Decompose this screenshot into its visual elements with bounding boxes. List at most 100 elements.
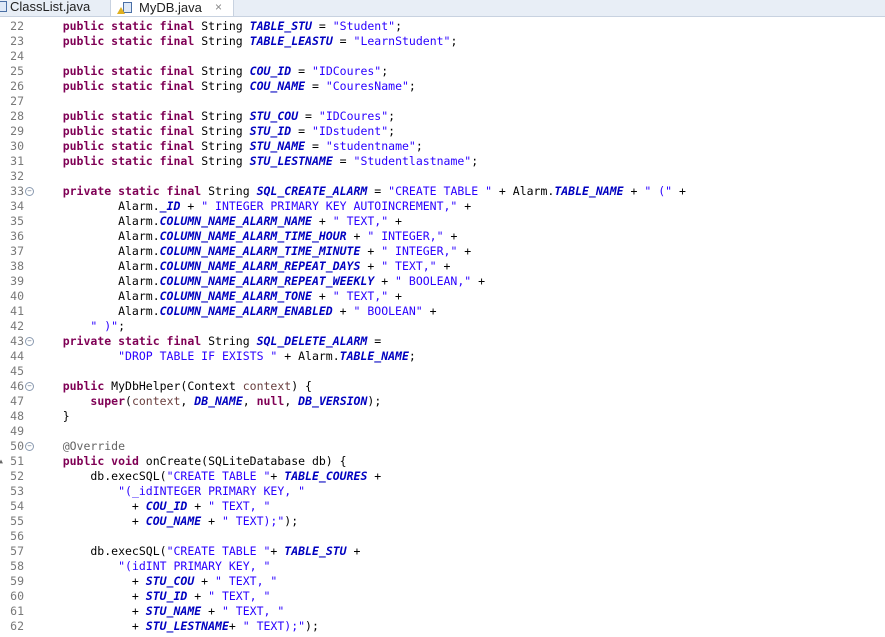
code-token: String: [201, 109, 250, 123]
code-token: public static final: [62, 64, 202, 78]
code-token: " TEXT, ": [208, 499, 271, 513]
code-token: =: [291, 124, 312, 138]
code-line[interactable]: 28 public static final String STU_COU = …: [0, 109, 885, 124]
code-token: public static final: [62, 139, 202, 153]
code-line[interactable]: 46− public MyDbHelper(Context context) {: [0, 379, 885, 394]
code-token: " BOOLEAN": [353, 304, 423, 318]
code-line[interactable]: 44 "DROP TABLE IF EXISTS " + Alarm.TABLE…: [0, 349, 885, 364]
code-line[interactable]: 43− private static final String SQL_DELE…: [0, 334, 885, 349]
code-token: public: [62, 379, 112, 393]
code-line[interactable]: 22 public static final String TABLE_STU …: [0, 19, 885, 34]
tab-classlist-java[interactable]: ClassList.java: [0, 0, 110, 16]
code-token: +: [187, 589, 209, 603]
code-line[interactable]: 40 Alarm.COLUMN_NAME_ALARM_TONE + " TEXT…: [0, 289, 885, 304]
code-line[interactable]: 23 public static final String TABLE_LEAS…: [0, 34, 885, 49]
fold-toggle-icon[interactable]: −: [25, 187, 34, 196]
code-editor[interactable]: 22 public static final String TABLE_STU …: [0, 19, 885, 634]
code-token: " TEXT,": [332, 289, 389, 303]
code-line[interactable]: 54 + COU_ID + " TEXT, ": [0, 499, 885, 514]
code-line[interactable]: 32: [0, 169, 885, 184]
code-text: " )";: [35, 319, 125, 334]
code-token: "(_idINTEGER PRIMARY KEY, ": [118, 484, 306, 498]
code-line[interactable]: 45: [0, 364, 885, 379]
code-token: " TEXT,": [332, 214, 389, 228]
code-token: (: [125, 394, 132, 408]
code-line[interactable]: 55 + COU_NAME + " TEXT);");: [0, 514, 885, 529]
code-line[interactable]: 34 Alarm._ID + " INTEGER PRIMARY KEY AUT…: [0, 199, 885, 214]
close-tab-icon[interactable]: ×: [215, 0, 222, 16]
code-token: Alarm.: [35, 274, 160, 288]
code-token: COLUMN_NAME_ALARM_NAME: [159, 214, 312, 228]
code-token: );: [284, 514, 299, 528]
code-line[interactable]: 38 Alarm.COLUMN_NAME_ALARM_REPEAT_DAYS +…: [0, 259, 885, 274]
code-text: public void onCreate(SQLiteDatabase db) …: [35, 454, 347, 469]
code-line[interactable]: 25 public static final String COU_ID = "…: [0, 64, 885, 79]
code-token: TABLE_NAME: [339, 349, 409, 363]
code-line[interactable]: 36 Alarm.COLUMN_NAME_ALARM_TIME_HOUR + "…: [0, 229, 885, 244]
code-token: @Override: [62, 439, 126, 453]
code-text: Alarm.COLUMN_NAME_ALARM_NAME + " TEXT," …: [35, 214, 402, 229]
code-line[interactable]: 27: [0, 94, 885, 109]
code-line[interactable]: 53 "(_idINTEGER PRIMARY KEY, ": [0, 484, 885, 499]
code-token: ;: [450, 34, 458, 48]
code-line[interactable]: 42 " )";: [0, 319, 885, 334]
fold-toggle-icon[interactable]: −: [25, 442, 34, 451]
code-line[interactable]: 41 Alarm.COLUMN_NAME_ALARM_ENABLED + " B…: [0, 304, 885, 319]
code-text: Alarm.COLUMN_NAME_ALARM_TIME_HOUR + " IN…: [35, 229, 457, 244]
code-token: " INTEGER,": [367, 229, 444, 243]
code-token: super: [90, 394, 126, 408]
code-token: ;: [408, 349, 416, 363]
code-token: STU_LESTNAME: [249, 154, 333, 168]
code-line[interactable]: 58 "(idINT PRIMARY KEY, ": [0, 559, 885, 574]
fold-toggle-icon[interactable]: −: [25, 382, 34, 391]
line-number: 36: [10, 229, 24, 243]
fold-toggle-icon[interactable]: −: [25, 337, 34, 346]
code-line[interactable]: 49: [0, 424, 885, 439]
code-line[interactable]: 29 public static final String STU_ID = "…: [0, 124, 885, 139]
code-line[interactable]: 62 + STU_LESTNAME+ " TEXT);");: [0, 619, 885, 634]
code-line[interactable]: 48 }: [0, 409, 885, 424]
code-line[interactable]: 30 public static final String STU_NAME =…: [0, 139, 885, 154]
code-token: +: [311, 214, 333, 228]
code-line[interactable]: 61 + STU_NAME + " TEXT, ": [0, 604, 885, 619]
code-line[interactable]: 37 Alarm.COLUMN_NAME_ALARM_TIME_MINUTE +…: [0, 244, 885, 259]
code-text: Alarm.COLUMN_NAME_ALARM_TIME_MINUTE + " …: [35, 244, 471, 259]
code-line[interactable]: 47 super(context, DB_NAME, null, DB_VERS…: [0, 394, 885, 409]
code-line[interactable]: 52 db.execSQL("CREATE TABLE "+ TABLE_COU…: [0, 469, 885, 484]
code-token: +: [201, 514, 222, 528]
code-token: Alarm.: [35, 259, 160, 273]
code-token: STU_ID: [145, 589, 188, 603]
line-number: 37: [10, 244, 24, 258]
code-text: public static final String COU_ID = "IDC…: [35, 64, 388, 79]
code-text: Alarm.COLUMN_NAME_ALARM_REPEAT_WEEKLY + …: [35, 274, 485, 289]
code-text: "(idINT PRIMARY KEY, ": [35, 559, 270, 574]
code-line[interactable]: 39 Alarm.COLUMN_NAME_ALARM_REPEAT_WEEKLY…: [0, 274, 885, 289]
code-token: ;: [471, 154, 479, 168]
code-token: private static final: [62, 184, 209, 198]
code-token: +: [194, 574, 216, 588]
tab-mydb-java[interactable]: MyDB.java ×: [110, 0, 234, 16]
code-line[interactable]: 59 + STU_COU + " TEXT, ": [0, 574, 885, 589]
line-number: 30: [10, 139, 24, 153]
code-text: db.execSQL("CREATE TABLE "+ TABLE_COURES…: [35, 469, 381, 484]
code-line[interactable]: 24: [0, 49, 885, 64]
code-token: "CREATE TABLE ": [388, 184, 492, 198]
code-line[interactable]: 35 Alarm.COLUMN_NAME_ALARM_NAME + " TEXT…: [0, 214, 885, 229]
code-text: + COU_NAME + " TEXT);");: [35, 514, 298, 529]
code-token: =: [305, 139, 326, 153]
code-line[interactable]: ▴ 51 public void onCreate(SQLiteDatabase …: [0, 454, 885, 469]
code-line[interactable]: 56: [0, 529, 885, 544]
code-line[interactable]: 31 public static final String STU_LESTNA…: [0, 154, 885, 169]
editor-tab-bar: ClassList.java MyDB.java ×: [0, 0, 885, 17]
code-token: COU_ID: [145, 499, 188, 513]
line-number: 56: [10, 529, 24, 543]
code-line[interactable]: 60 + STU_ID + " TEXT, ": [0, 589, 885, 604]
code-line[interactable]: 33− private static final String SQL_CREA…: [0, 184, 885, 199]
code-token: "LearnStudent": [353, 34, 451, 48]
code-line[interactable]: 50− @Override: [0, 439, 885, 454]
code-line[interactable]: 26 public static final String COU_NAME =…: [0, 79, 885, 94]
line-number: 62: [10, 619, 24, 633]
code-line[interactable]: 57 db.execSQL("CREATE TABLE "+ TABLE_STU…: [0, 544, 885, 559]
line-number: 33: [10, 184, 24, 198]
